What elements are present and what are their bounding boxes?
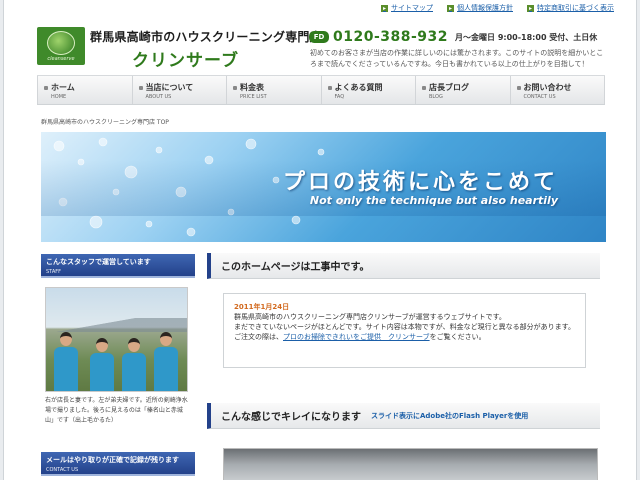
main-nav: ホーム HOME 当店について ABOUT US 料金表 PRICE LIST よくあ… bbox=[37, 75, 605, 105]
phone-number: 0120-388-932 bbox=[333, 29, 449, 45]
bullet-icon bbox=[327, 85, 332, 90]
hero-subheadline: Not only the technique but also heartily bbox=[309, 194, 558, 207]
arrow-icon: ▸ bbox=[381, 4, 388, 12]
page: ▸ サイトマップ ▸ 個人情報保護方針 ▸ 特定商取引に基づく表示 cleanserv… bbox=[3, 0, 637, 480]
arrow-icon: ▸ bbox=[527, 4, 534, 12]
bullet-icon bbox=[516, 85, 521, 90]
commerce-law-link[interactable]: ▸ 特定商取引に基づく表示 bbox=[527, 3, 614, 13]
notice-box: 2011年1月24日 群馬県高崎市のハウスクリーニング専門店クリンサーブが運営す… bbox=[223, 293, 586, 368]
breadcrumb: 群馬県高崎市のハウスクリーニング専門店 TOP bbox=[41, 119, 169, 126]
staff-caption: 右が店長と妻です。左が弟夫婦です。近所の剣崎浄水場で撮りました。後ろに見えるのは… bbox=[45, 397, 188, 424]
staff-photo bbox=[45, 287, 188, 392]
staff-person bbox=[154, 332, 178, 391]
notice-date: 2011年1月24日 bbox=[234, 303, 290, 311]
site-logo[interactable]: cleanserve bbox=[37, 27, 85, 65]
staff-person bbox=[122, 338, 146, 391]
notice-line: 群馬県高崎市のハウスクリーニング専門店クリンサーブが運営するウェブサイトです。 bbox=[234, 313, 506, 321]
section-heading-construction: このホームページは工事中です。 bbox=[207, 253, 600, 279]
site-title: 群馬県高崎市のハウスクリーニング専門店 bbox=[90, 30, 322, 44]
bullet-icon bbox=[44, 85, 48, 90]
nav-price[interactable]: 料金表 PRICE LIST bbox=[227, 76, 322, 104]
section-heading-cleaning: こんな感じでキレイになります スライド表示にAdobe社のFlash Playe… bbox=[207, 403, 600, 429]
phone-info: FD 0120-388-932 月～金曜日 9:00-18:00 受付、土日休 bbox=[309, 29, 597, 45]
mountain-background bbox=[46, 318, 187, 332]
staff-person bbox=[54, 332, 78, 391]
flash-note: スライド表示にAdobe社のFlash Playerを使用 bbox=[371, 411, 529, 420]
nav-about[interactable]: 当店について ABOUT US bbox=[133, 76, 227, 104]
hero-headline: プロの技術に心をこめて bbox=[282, 169, 558, 195]
slideshow-area[interactable] bbox=[223, 448, 598, 480]
arrow-icon: ▸ bbox=[447, 4, 454, 12]
top-links: ▸ サイトマップ ▸ 個人情報保護方針 ▸ 特定商取引に基づく表示 bbox=[381, 3, 614, 13]
staff-heading: こんなスタッフで運営しています STAFF bbox=[41, 254, 195, 278]
nav-contact[interactable]: お問い合わせ CONTACT US bbox=[511, 76, 605, 104]
business-hours: 月～金曜日 9:00-18:00 受付、土日休 bbox=[455, 32, 598, 42]
nav-faq[interactable]: よくある質問 FAQ bbox=[322, 76, 416, 104]
bullet-icon bbox=[422, 85, 426, 90]
nav-blog[interactable]: 店長ブログ BLOG bbox=[416, 76, 511, 104]
intro-text: 初めてのお客さまが当店の作業に詳しいのには驚かされます。このサイトの説明を細かい… bbox=[310, 49, 604, 68]
freedial-icon: FD bbox=[309, 31, 329, 43]
hero-banner: プロの技術に心をこめて Not only the technique but a… bbox=[41, 132, 606, 242]
staff-person bbox=[90, 338, 114, 391]
bullet-icon bbox=[233, 85, 237, 90]
notice-line: まだできていないページがほとんどです。サイト内容は本物ですが、料金など現行と異な… bbox=[234, 323, 575, 331]
notice-line: ご注文の際は、プロのお掃除できれいをご提供 クリンサーブをご覧ください。 bbox=[234, 333, 486, 341]
logo-text: cleanserve bbox=[47, 55, 75, 62]
sitemap-link[interactable]: ▸ サイトマップ bbox=[381, 3, 433, 13]
brand-name: クリンサーブ bbox=[132, 51, 239, 71]
globe-icon bbox=[47, 30, 75, 55]
privacy-link[interactable]: ▸ 個人情報保護方針 bbox=[447, 3, 513, 13]
main-site-link[interactable]: プロのお掃除できれいをご提供 クリンサーブ bbox=[283, 333, 430, 341]
nav-home[interactable]: ホーム HOME bbox=[37, 76, 133, 104]
bullet-icon bbox=[138, 85, 143, 90]
contact-heading: メールはやり取りが正確で記録が残ります CONTACT US bbox=[41, 452, 195, 476]
